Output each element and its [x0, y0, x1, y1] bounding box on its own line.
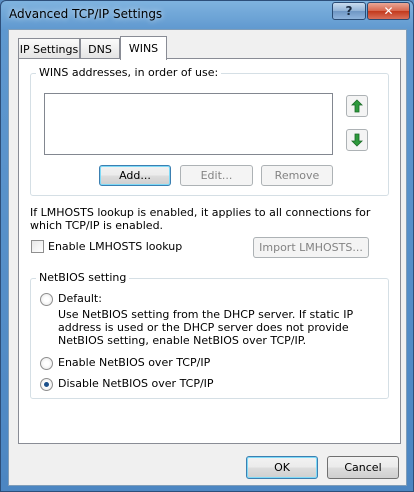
- edit-button[interactable]: Edit...: [180, 165, 253, 186]
- title-bar[interactable]: Advanced TCP/IP Settings ? ✕: [1, 1, 413, 29]
- ok-button[interactable]: OK: [246, 456, 318, 479]
- add-button[interactable]: Add...: [99, 165, 171, 186]
- wins-addresses-group: WINS addresses, in order of use: Add... …: [30, 66, 389, 196]
- wins-tab-panel: WINS addresses, in order of use: Add... …: [18, 58, 401, 444]
- dialog-window: Advanced TCP/IP Settings ? ✕ IP Settings…: [0, 0, 414, 492]
- arrow-up-icon: [351, 99, 363, 113]
- tab-label: IP Settings: [19, 42, 79, 56]
- import-lmhosts-button[interactable]: Import LMHOSTS...: [253, 237, 369, 258]
- enable-lmhosts-label: Enable LMHOSTS lookup: [48, 240, 183, 253]
- lmhosts-info-text: If LMHOSTS lookup is enabled, it applies…: [30, 206, 371, 232]
- netbios-default-radio[interactable]: [40, 293, 53, 306]
- help-button[interactable]: ?: [332, 2, 366, 20]
- wins-addresses-list[interactable]: [44, 93, 333, 155]
- close-icon: ✕: [383, 4, 394, 18]
- cancel-button[interactable]: Cancel: [327, 456, 399, 479]
- arrow-down-icon: [351, 133, 363, 147]
- remove-button[interactable]: Remove: [261, 165, 333, 186]
- tab-wins[interactable]: WINS: [120, 36, 167, 60]
- netbios-disable-radio[interactable]: [40, 378, 53, 391]
- netbios-group-label: NetBIOS setting: [36, 271, 130, 284]
- netbios-setting-group: NetBIOS setting Default: Use NetBIOS set…: [30, 271, 389, 399]
- window-title: Advanced TCP/IP Settings: [9, 7, 163, 21]
- tab-dns[interactable]: DNS: [80, 38, 120, 59]
- help-icon: ?: [345, 4, 353, 18]
- netbios-disable-label: Disable NetBIOS over TCP/IP: [58, 377, 214, 390]
- tab-label: WINS: [128, 42, 159, 55]
- netbios-default-description: Use NetBIOS setting from the DHCP server…: [58, 308, 354, 347]
- move-up-button[interactable]: [346, 95, 368, 117]
- move-down-button[interactable]: [346, 129, 368, 151]
- tab-label: DNS: [88, 42, 112, 56]
- netbios-enable-label: Enable NetBIOS over TCP/IP: [58, 356, 211, 369]
- netbios-enable-radio[interactable]: [40, 357, 53, 370]
- dialog-client-area: IP Settings DNS WINS WINS addresses, in …: [8, 29, 407, 486]
- close-button[interactable]: ✕: [367, 2, 410, 20]
- wins-group-label: WINS addresses, in order of use:: [36, 66, 222, 79]
- tab-ip-settings[interactable]: IP Settings: [18, 38, 80, 59]
- enable-lmhosts-checkbox[interactable]: [31, 240, 44, 253]
- netbios-default-label: Default:: [58, 292, 102, 305]
